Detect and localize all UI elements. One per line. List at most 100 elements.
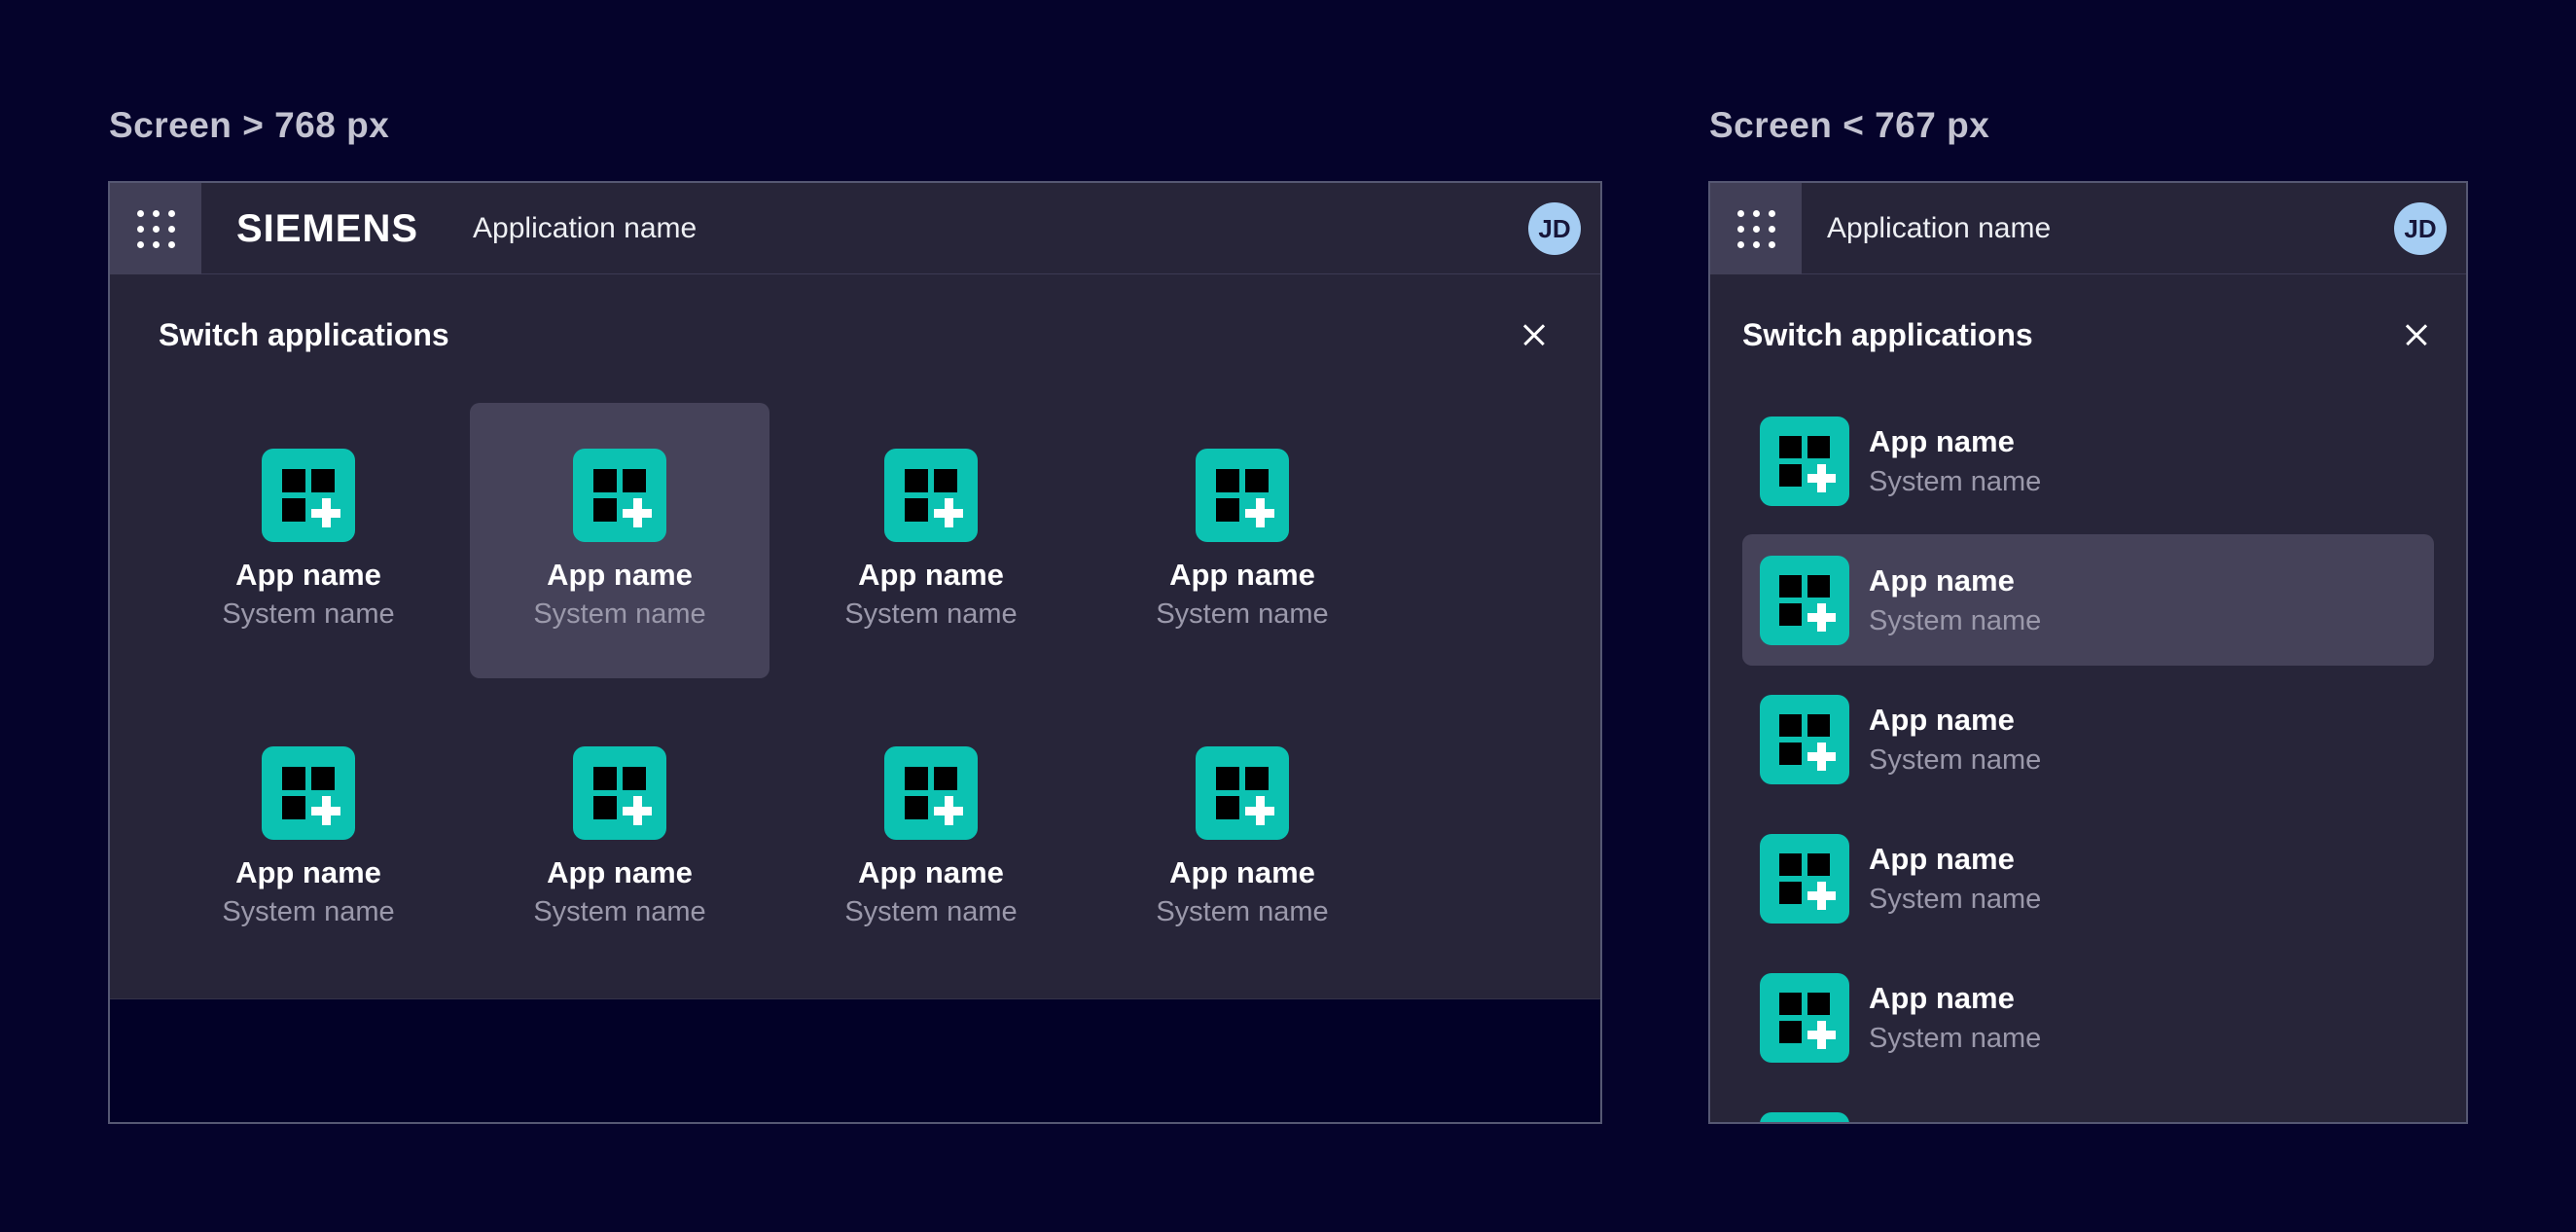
app-name-label: App name [547,558,693,593]
app-name-label: App name [1169,558,1315,593]
system-name-label: System name [222,598,394,631]
app-grid-plus-icon [884,449,978,542]
mobile-preview-card: Application name JD Switch applications … [1708,181,2468,1124]
icon-square [593,767,617,790]
app-switcher-button[interactable] [110,183,201,274]
icon-square [623,469,646,492]
system-name-label: System name [1156,598,1328,631]
icon-square [1245,469,1269,492]
system-name-label: System name [1869,605,2041,637]
app-grid-plus-icon [1760,556,1849,645]
icon-square [1779,436,1802,458]
panel-title: Switch applications [1742,317,2033,353]
app-tile[interactable]: App name System name [159,403,458,678]
app-tile[interactable]: App name System name [470,403,769,678]
system-name-label: System name [533,896,705,928]
switch-applications-panel: Switch applications App name System name [1710,274,2466,1124]
app-header: SIEMENS Application name JD [110,183,1600,274]
app-grid-plus-icon [1760,973,1849,1063]
system-name-label: System name [222,896,394,928]
icon-square [1245,767,1269,790]
icon-square [1779,743,1802,765]
plus-icon [1248,501,1271,525]
icon-square [1779,603,1802,626]
application-name: Application name [473,212,697,245]
icon-square [1779,993,1802,1015]
icon-square [1807,993,1830,1015]
app-name-label: App name [1869,842,2041,877]
icon-square [311,469,335,492]
icon-square [282,469,305,492]
icon-square [282,498,305,522]
plus-icon [937,501,960,525]
app-switcher-button[interactable] [1710,183,1802,274]
app-tile-grid: App name System name App name System nam… [159,403,1552,976]
user-avatar[interactable]: JD [1528,202,1581,255]
app-list-item[interactable]: App name System name [1742,395,2434,526]
icon-square [1807,853,1830,876]
app-name-label: App name [235,558,381,593]
icon-square [1779,1021,1802,1043]
panel-title: Switch applications [159,317,449,353]
app-list-item[interactable]: App name System name [1742,813,2434,944]
app-list-item[interactable] [1742,1091,2434,1124]
icon-square [1779,575,1802,598]
app-name-label: App name [858,855,1004,890]
app-grid-plus-icon [573,746,666,840]
close-button[interactable] [2399,317,2434,352]
plus-icon [1810,467,1833,489]
app-grid-plus-icon [1760,695,1849,784]
icon-square [1779,882,1802,904]
app-tile[interactable]: App name System name [1092,403,1392,678]
breakpoint-label-mobile: Screen < 767 px [1709,105,1989,146]
close-icon [2399,317,2434,352]
icon-square [282,796,305,819]
system-name-label: System name [1869,1023,2041,1055]
panel-header: Switch applications [1742,317,2434,352]
icon-square [1216,498,1239,522]
icon-square [905,469,928,492]
system-name-label: System name [1869,884,2041,916]
plus-icon [937,799,960,822]
app-name-label: App name [1169,855,1315,890]
close-button[interactable] [1517,317,1552,352]
app-grid-plus-icon [1196,449,1289,542]
switch-applications-panel: Switch applications App name System name [110,274,1600,999]
plus-icon [1248,799,1271,822]
app-tile[interactable]: App name System name [159,701,458,976]
plus-icon [626,501,649,525]
app-list-item[interactable]: App name System name [1742,673,2434,805]
app-list-item[interactable]: App name System name [1742,952,2434,1083]
app-grid-plus-icon [262,746,355,840]
system-name-label: System name [1869,744,2041,777]
plus-icon [1810,745,1833,768]
icon-square [593,498,617,522]
app-tile[interactable]: App name System name [470,701,769,976]
app-tile[interactable]: App name System name [781,701,1081,976]
app-name-label: App name [858,558,1004,593]
app-grid-plus-icon [262,449,355,542]
icon-square [311,767,335,790]
app-grid-plus-icon [573,449,666,542]
app-list: App name System name App name System nam… [1742,395,2434,1124]
app-tile[interactable]: App name System name [781,403,1081,678]
close-icon [1517,317,1552,352]
system-name-label: System name [844,896,1017,928]
icon-square [1216,767,1239,790]
user-avatar[interactable]: JD [2394,202,2447,255]
icon-square [1216,469,1239,492]
plus-icon [1810,1024,1833,1046]
icon-square [1779,853,1802,876]
app-name-label: App name [235,855,381,890]
siemens-logo: SIEMENS [236,207,418,251]
app-tile[interactable]: App name System name [1092,701,1392,976]
system-name-label: System name [844,598,1017,631]
plus-icon [1810,606,1833,629]
app-list-item[interactable]: App name System name [1742,534,2434,666]
icon-square [905,767,928,790]
plus-icon [314,501,338,525]
system-name-label: System name [1869,466,2041,498]
icon-square [593,469,617,492]
grid-icon [137,210,175,248]
app-content-area [110,999,1600,1122]
